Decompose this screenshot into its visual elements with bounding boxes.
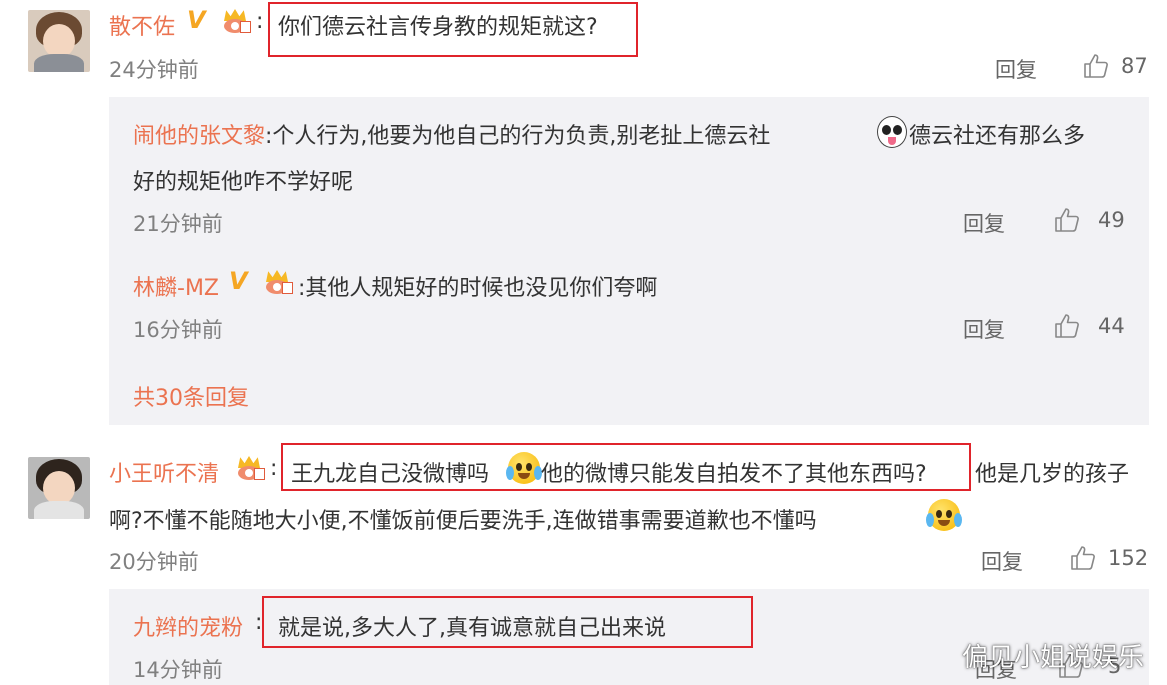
watermark: 偏见小姐说娱乐 <box>962 643 1145 673</box>
thumbs-up-icon[interactable] <box>1054 207 1080 233</box>
highlight-box <box>262 596 753 648</box>
comment-username[interactable]: 散不佐 <box>109 9 175 41</box>
reply-button[interactable]: 回复 <box>981 546 1023 576</box>
verified-v-icon: V <box>229 267 248 295</box>
reply-button[interactable]: 回复 <box>963 314 1005 344</box>
view-more-replies-link[interactable]: 共30条回复 <box>133 380 249 412</box>
avatar[interactable] <box>28 457 90 519</box>
reply-text: 德云社还有那么多 <box>909 124 1086 149</box>
reply-button[interactable]: 回复 <box>963 208 1005 238</box>
verified-v-icon: V <box>187 6 206 34</box>
comment-timestamp: 24分钟前 <box>109 58 199 82</box>
crying-laugh-emoji <box>926 499 962 531</box>
comment-username[interactable]: 小王听不清 <box>109 456 219 488</box>
reply-username[interactable]: 林麟-MZ <box>133 270 219 302</box>
reply-timestamp: 21分钟前 <box>133 212 223 236</box>
reply-text: :其他人规矩好的时候也没见你们夸啊 <box>298 276 658 301</box>
like-count: 49 <box>1098 208 1125 232</box>
separator: : <box>270 456 278 481</box>
reply-timestamp: 16分钟前 <box>133 318 223 342</box>
reply-username[interactable]: 九辫的宠粉 <box>133 610 243 642</box>
like-count: 152 <box>1108 546 1149 570</box>
highlight-box <box>268 2 638 57</box>
panda-tongue-emoji <box>877 116 907 148</box>
reply-button[interactable]: 回复 <box>995 54 1037 84</box>
crown-member-icon <box>264 270 294 296</box>
comment-timestamp: 20分钟前 <box>109 550 199 574</box>
comment-text: 啊?不懂不能随地大小便,不懂饭前便后要洗手,连做错事需要道歉也不懂吗 <box>109 509 817 534</box>
avatar[interactable] <box>28 10 90 72</box>
reply-text: :个人行为,他要为他自己的行为负责,别老扯上德云社 <box>265 124 771 149</box>
thumbs-up-icon[interactable] <box>1083 53 1109 79</box>
crown-member-icon <box>236 456 266 482</box>
like-count: 44 <box>1098 314 1125 338</box>
reply-username[interactable]: 闹他的张文黎 <box>133 118 265 150</box>
crown-member-icon <box>222 9 252 35</box>
like-count: 87 <box>1121 54 1148 78</box>
reply-text: 好的规矩他咋不学好呢 <box>133 170 354 195</box>
separator: : <box>256 9 264 34</box>
comment-text: 他是几岁的孩子 <box>975 462 1130 487</box>
thumbs-up-icon[interactable] <box>1070 545 1096 571</box>
thumbs-up-icon[interactable] <box>1054 313 1080 339</box>
reply-timestamp: 14分钟前 <box>133 658 223 682</box>
highlight-box <box>281 443 971 491</box>
